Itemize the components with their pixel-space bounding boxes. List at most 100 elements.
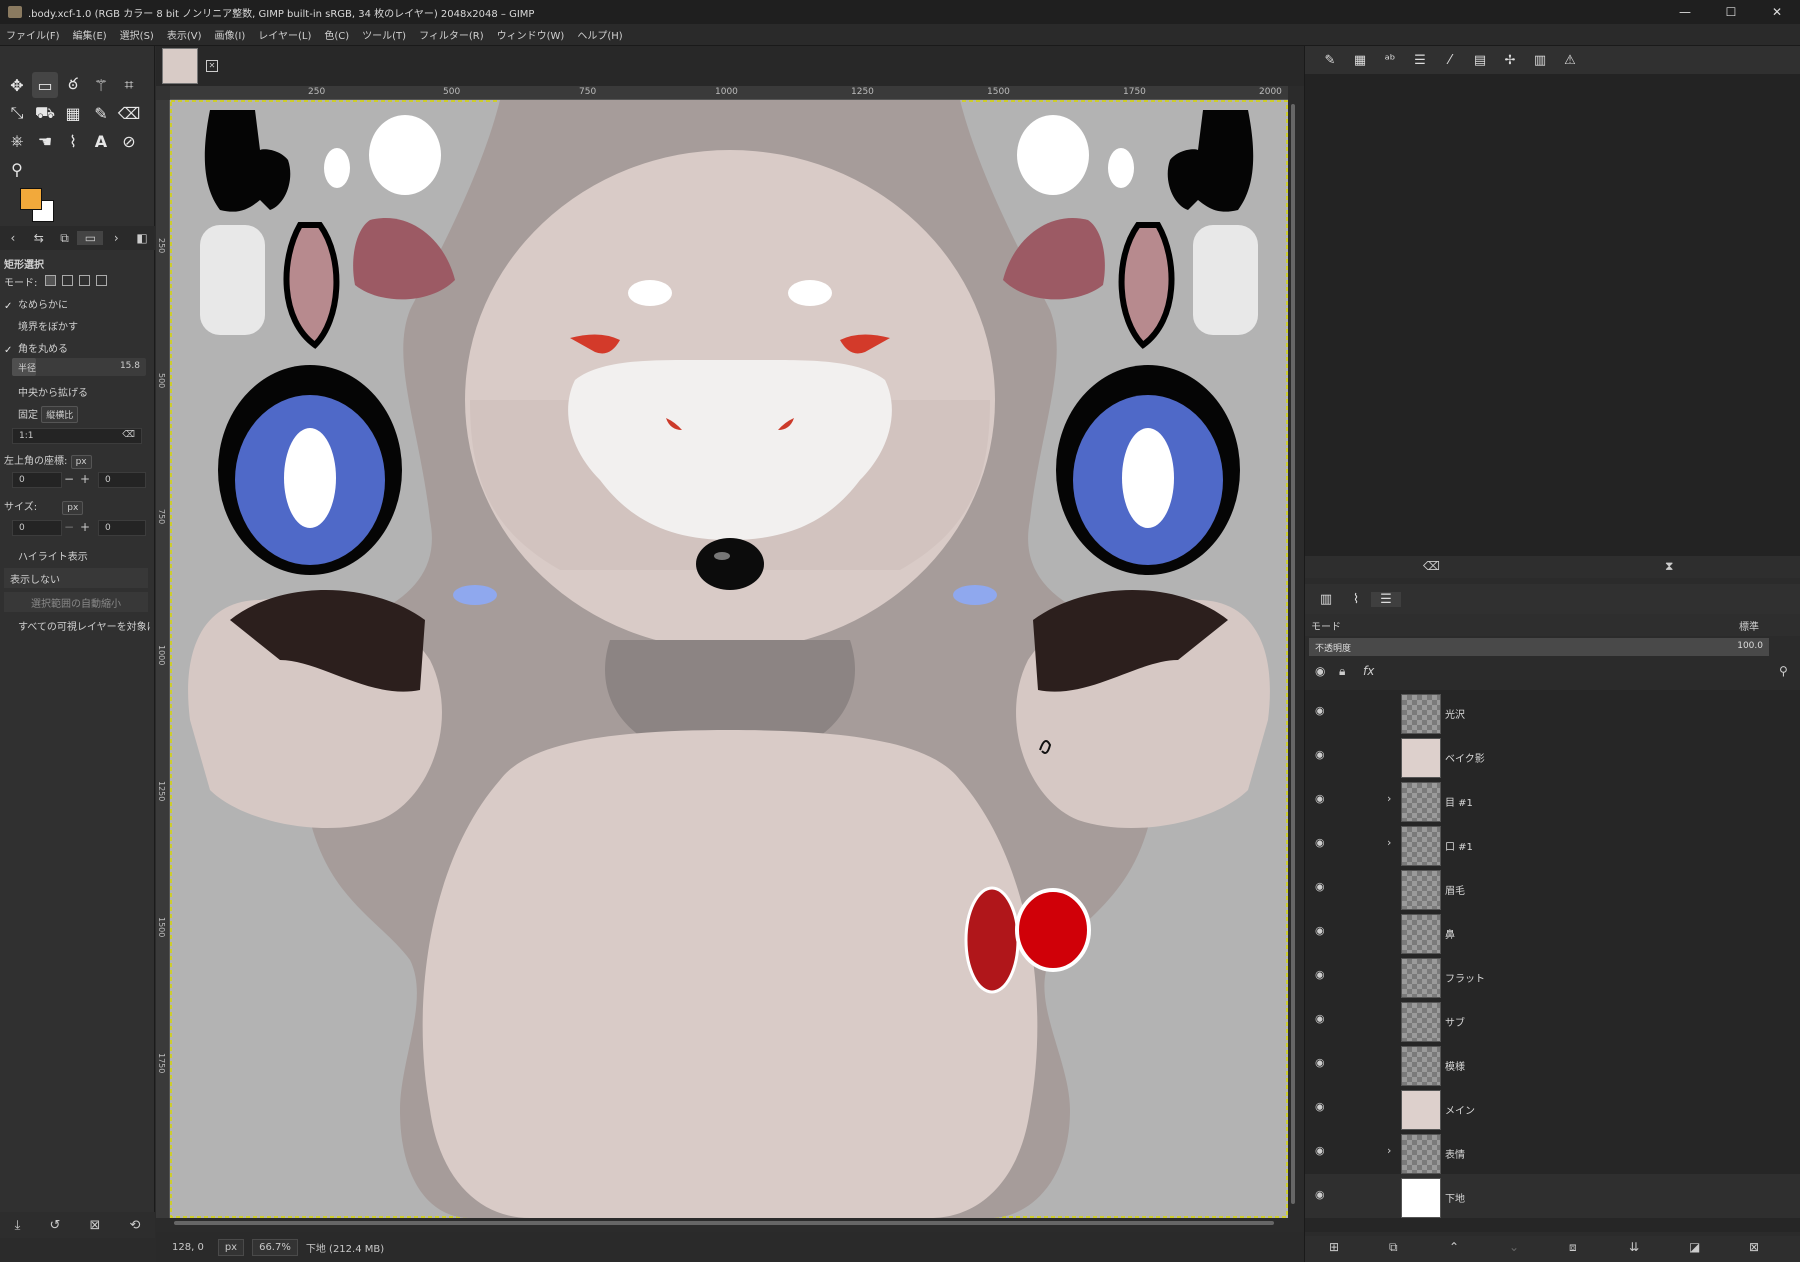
transform-tool-icon[interactable]: ⤡ [4, 100, 30, 126]
color-picker-tool-icon[interactable]: ⊘ [116, 128, 142, 154]
restore-options-icon[interactable]: ↺ [49, 1218, 60, 1233]
mode-intersect-icon[interactable] [96, 275, 108, 286]
menu-filters[interactable]: フィルター(R) [419, 27, 484, 42]
foreground-color-swatch[interactable] [20, 188, 42, 210]
palettes-tab-icon[interactable]: ▥ [1525, 53, 1555, 68]
mode-replace-icon[interactable] [44, 275, 56, 286]
eye-icon[interactable]: ◉ [1315, 664, 1325, 678]
bucket-fill-tool-icon[interactable]: ⛟ [32, 100, 58, 126]
error-console-tab-icon[interactable]: ⚠ [1555, 53, 1585, 68]
fonts-tab-icon[interactable]: ᵃᵇ [1375, 53, 1405, 68]
fixed-checkbox[interactable]: 固定 縦横比 [4, 406, 79, 423]
chevron-right-icon[interactable]: › [1387, 836, 1391, 849]
gradients-tab-icon[interactable]: ▤ [1465, 53, 1495, 68]
fuzzy-select-tool-icon[interactable]: ⚚ [88, 72, 114, 98]
document-history-tab-icon[interactable]: ☰ [1405, 53, 1435, 68]
rect-select-tool-icon[interactable]: ▭ [32, 72, 58, 98]
paint-dynamics-tab-icon[interactable]: ⁄ [1435, 53, 1465, 68]
guides-select[interactable]: 表示しない [4, 568, 148, 588]
eye-icon[interactable]: ◉ [1315, 1188, 1329, 1202]
clone-tool-icon[interactable]: ⎈ [4, 128, 30, 154]
layers-tab-icon[interactable]: ☰ [1371, 591, 1401, 607]
eye-icon[interactable]: ◉ [1315, 1012, 1329, 1026]
delete-options-icon[interactable]: ⊠ [89, 1218, 100, 1233]
zoom-select[interactable]: 66.7% [252, 1238, 298, 1256]
size-w-field[interactable]: 0 [12, 520, 62, 536]
decrement-icon[interactable]: − [64, 520, 74, 534]
images-tab-icon[interactable]: ⧉ [52, 231, 78, 246]
horizontal-scrollbar[interactable] [170, 1218, 1288, 1228]
new-layer-group-icon[interactable]: ⧉ [1389, 1240, 1398, 1255]
chevron-right-icon[interactable]: › [1387, 792, 1391, 805]
menu-tools[interactable]: ツール(T) [362, 27, 406, 42]
layer-row[interactable]: ◉ › 口 #1 [1305, 822, 1800, 866]
layer-mode-select[interactable]: 標準 [1739, 618, 1759, 633]
brushes-tab-icon[interactable]: ✎ [1315, 53, 1345, 68]
menu-colors[interactable]: 色(C) [324, 27, 349, 42]
chevron-right-icon[interactable]: › [1387, 1144, 1391, 1157]
eye-icon[interactable]: ◉ [1315, 1100, 1329, 1114]
layer-row[interactable]: ◉ ベイク影 [1305, 734, 1800, 778]
layer-row[interactable]: ◉ 鼻 [1305, 910, 1800, 954]
highlight-checkbox[interactable]: ハイライト表示 [4, 548, 88, 563]
chevron-right-icon[interactable]: › [103, 231, 129, 245]
eye-icon[interactable]: ◉ [1315, 924, 1329, 938]
paths-tab-icon[interactable]: ⌇ [1341, 592, 1371, 607]
zoom-tool-icon[interactable]: ⚲ [4, 156, 30, 182]
text-tool-icon[interactable]: A [88, 128, 114, 154]
eye-icon[interactable]: ◉ [1315, 880, 1329, 894]
search-icon[interactable]: ⚲ [1779, 664, 1788, 678]
crop-tool-icon[interactable]: ⌗ [116, 72, 142, 98]
eye-icon[interactable]: ◉ [1315, 704, 1329, 718]
menu-help[interactable]: ヘルプ(H) [577, 27, 622, 42]
menu-file[interactable]: ファイル(F) [6, 27, 60, 42]
eye-icon[interactable]: ◉ [1315, 1056, 1329, 1070]
save-options-icon[interactable]: ⤓ [15, 1218, 21, 1233]
undo-history-tab-icon[interactable]: ⇆ [26, 231, 52, 245]
layer-row[interactable]: ◉ 眉毛 [1305, 866, 1800, 910]
menu-windows[interactable]: ウィンドウ(W) [497, 27, 565, 42]
auto-shrink-button[interactable]: 選択範囲の自動縮小 [4, 592, 148, 612]
menu-view[interactable]: 表示(V) [167, 27, 202, 42]
clear-icon[interactable]: ⌫ [122, 430, 135, 440]
clear-errors-icon[interactable]: ⌫ [1423, 559, 1440, 573]
image-tab-thumbnail[interactable] [162, 48, 198, 84]
raise-layer-icon[interactable]: ⌃ [1449, 1240, 1459, 1254]
move-tool-icon[interactable]: ✥ [4, 72, 30, 98]
tool-options-tab-icon[interactable]: ▭ [77, 231, 104, 245]
layer-row[interactable]: ◉ › 目 #1 [1305, 778, 1800, 822]
lower-layer-icon[interactable]: ⌄ [1509, 1240, 1519, 1254]
position-unit-select[interactable]: px [70, 455, 92, 469]
round-corners-checkbox[interactable]: ✓ 角を丸める [4, 340, 68, 356]
layer-effects-icon[interactable]: fx [1363, 664, 1374, 678]
lasso-tool-icon[interactable]: ఠ [60, 72, 86, 98]
eye-icon[interactable]: ◉ [1315, 1144, 1329, 1158]
opacity-slider[interactable]: 不透明度 100.0 [1309, 638, 1769, 656]
chevron-left-icon[interactable]: ‹ [0, 231, 26, 245]
paintbrush-tool-icon[interactable]: ✎ [88, 100, 114, 126]
feather-checkbox[interactable]: 境界をぼかす [4, 318, 78, 333]
fixed-mode-select[interactable]: 縦横比 [41, 406, 79, 423]
maximize-button[interactable]: ☐ [1708, 0, 1754, 24]
decrement-icon[interactable]: − [64, 472, 74, 486]
duplicate-layer-icon[interactable]: ⧈ [1569, 1240, 1577, 1255]
ruler-top[interactable]: 250 500 750 1000 1250 1500 1750 2000 [170, 86, 1288, 100]
ruler-corner[interactable] [156, 86, 170, 100]
menu-select[interactable]: 選択(S) [120, 27, 154, 42]
menu-layer[interactable]: レイヤー(L) [258, 27, 311, 42]
ratio-field[interactable]: 1:1 ⌫ [12, 428, 142, 444]
close-button[interactable]: ✕ [1754, 0, 1800, 24]
eye-icon[interactable]: ◉ [1315, 748, 1329, 762]
antialias-checkbox[interactable]: ✓ なめらかに [4, 296, 68, 312]
smudge-tool-icon[interactable]: ☚ [32, 128, 58, 154]
eye-icon[interactable]: ◉ [1315, 836, 1329, 850]
menu-edit[interactable]: 編集(E) [73, 27, 107, 42]
lock-icon[interactable]: 🔒︎ [1339, 664, 1345, 679]
layer-row[interactable]: ◉ 光沢 [1305, 690, 1800, 734]
ruler-left[interactable]: 250 500 750 1000 1250 1500 1750 [156, 100, 170, 1218]
delete-layer-icon[interactable]: ⊠ [1749, 1240, 1759, 1254]
save-errors-icon[interactable]: ⧗ [1665, 559, 1673, 574]
layer-row[interactable]: ◉ 下地 [1305, 1174, 1800, 1218]
position-x-field[interactable]: 0 [12, 472, 62, 488]
layer-row[interactable]: ◉ サブ [1305, 998, 1800, 1042]
